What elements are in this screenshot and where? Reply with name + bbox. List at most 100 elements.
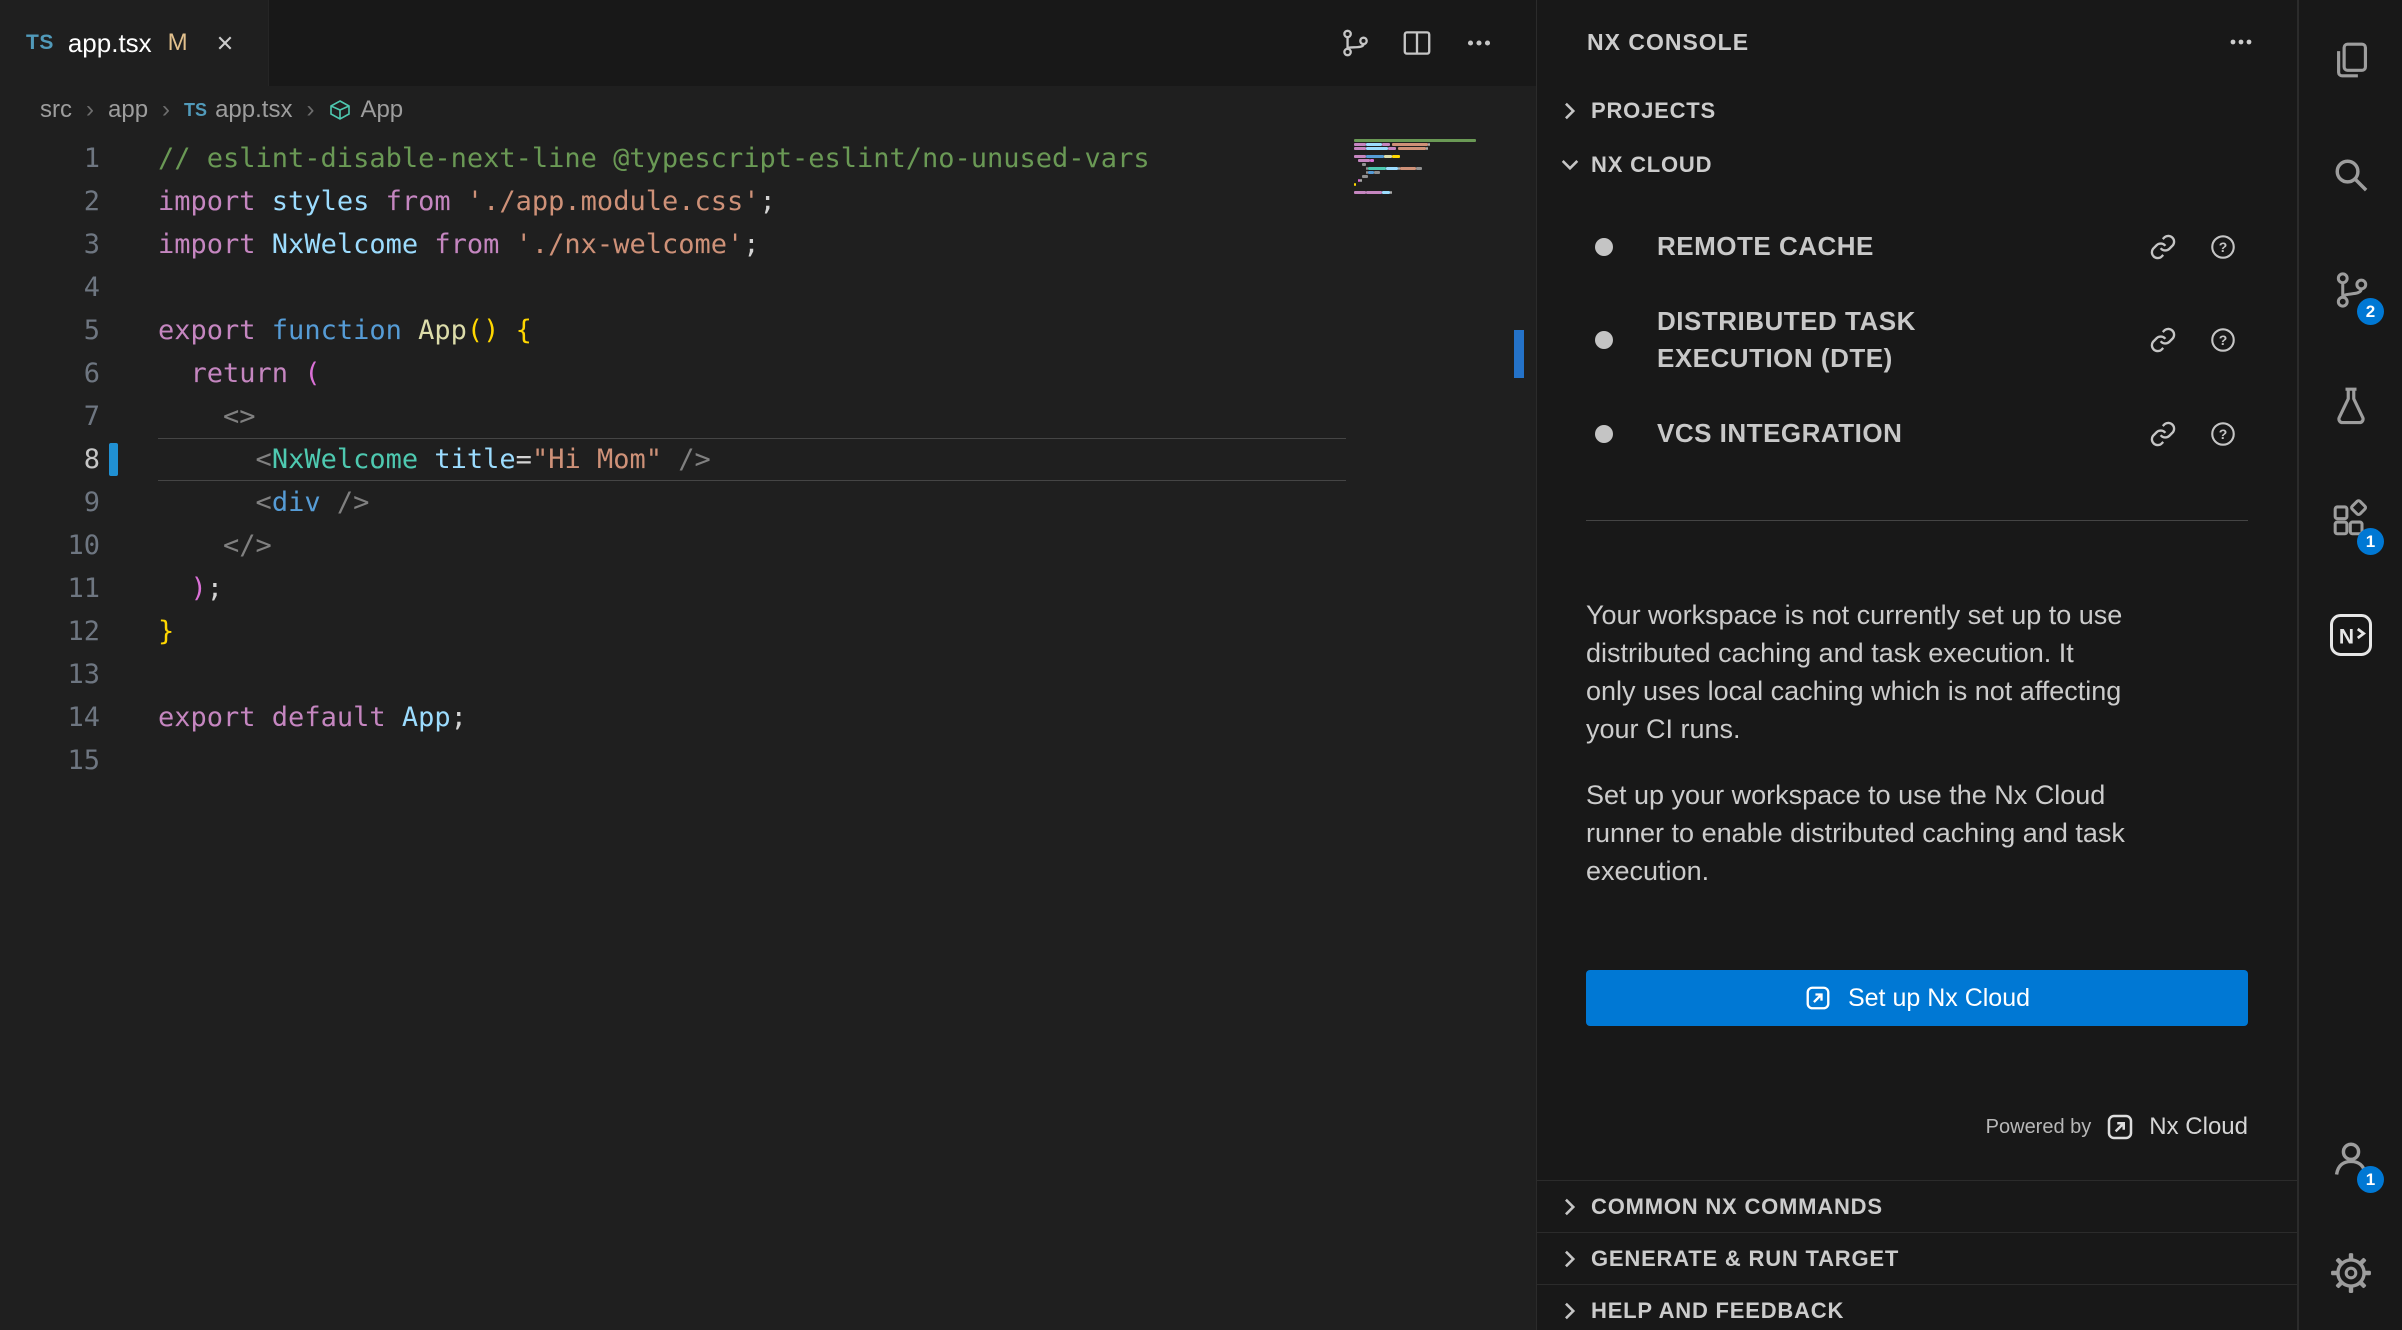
more-actions-icon[interactable] (1462, 26, 1496, 60)
gutter-decorations (100, 653, 158, 696)
gutter-decorations (100, 137, 158, 180)
line-number[interactable]: 2 (0, 180, 100, 223)
code-line[interactable]: 15 (0, 739, 1346, 782)
close-icon[interactable] (208, 26, 242, 60)
section-help-and-feedback[interactable]: HELP AND FEEDBACK (1537, 1284, 2297, 1330)
nx-console-icon[interactable]: N (2299, 577, 2402, 692)
line-number[interactable]: 1 (0, 137, 100, 180)
code-line[interactable]: 7 <> (0, 395, 1346, 438)
code-line[interactable]: 1 // eslint-disable-next-line @typescript… (0, 137, 1346, 180)
nx-console-panel: NX CONSOLE PROJECTS NX CLOUD (1536, 0, 2298, 1330)
code-lines: 1 // eslint-disable-next-line @typescript… (0, 134, 1536, 782)
setup-button-label: Set up Nx Cloud (1848, 984, 2030, 1013)
breadcrumb-src[interactable]: src (40, 96, 72, 124)
line-number[interactable]: 10 (0, 524, 100, 567)
breadcrumb-file[interactable]: app.tsx (215, 96, 292, 124)
help-question-icon[interactable]: ? (2209, 233, 2237, 261)
code-line[interactable]: 2 import styles from './app.module.css'; (0, 180, 1346, 223)
section-projects[interactable]: PROJECTS (1537, 84, 2297, 138)
code-token: ( (288, 358, 321, 389)
minimap-line (1354, 171, 1506, 174)
code-line[interactable]: 14 export default App; (0, 696, 1346, 739)
code-line[interactable]: 4 (0, 266, 1346, 309)
line-number[interactable]: 3 (0, 223, 100, 266)
status-dot-icon (1595, 331, 1613, 349)
more-actions-icon[interactable] (2225, 26, 2257, 58)
search-icon[interactable] (2299, 117, 2402, 232)
line-number[interactable]: 4 (0, 266, 100, 309)
code-token: App (402, 315, 467, 346)
line-number[interactable]: 7 (0, 395, 100, 438)
breadcrumb-symbol-app[interactable]: App (360, 96, 403, 124)
section-nx-cloud[interactable]: NX CLOUD (1537, 138, 2297, 192)
minimap-line (1354, 155, 1506, 158)
svg-text:?: ? (2219, 332, 2228, 348)
setup-nx-cloud-button[interactable]: Set up Nx Cloud (1586, 970, 2248, 1026)
chevron-right-icon (1557, 1298, 1583, 1324)
extensions-icon[interactable]: 1 (2299, 462, 2402, 577)
section-common-nx-commands[interactable]: COMMON NX COMMANDS (1537, 1180, 2297, 1232)
git-modified-badge: M (168, 29, 188, 57)
tree-item-distributed-task-execution[interactable]: DISTRIBUTED TASK EXECUTION (DTE) ? (1537, 291, 2297, 389)
line-number[interactable]: 12 (0, 610, 100, 653)
minimap[interactable] (1354, 139, 1506, 199)
code-token: ; (451, 702, 467, 733)
line-number[interactable]: 8 (0, 438, 100, 481)
connect-link-icon[interactable] (2149, 420, 2177, 448)
code-token: = (516, 444, 532, 475)
split-editor-icon[interactable] (1400, 26, 1434, 60)
code-line[interactable]: 11 ); (0, 567, 1346, 610)
minimap-line (1354, 139, 1506, 142)
status-dot-icon (1595, 238, 1613, 256)
typescript-file-icon: TS (184, 100, 207, 121)
code-line-text: import NxWelcome from './nx-welcome'; (158, 223, 1346, 266)
explorer-icon[interactable] (2299, 2, 2402, 117)
beaker-icon[interactable] (2299, 347, 2402, 462)
chevron-right-icon (1557, 98, 1583, 124)
powered-by-brand: Nx Cloud (2149, 1113, 2248, 1141)
code-line[interactable]: 12} (0, 610, 1346, 653)
code-token: './nx-welcome' (516, 229, 744, 260)
code-line[interactable]: 3 import NxWelcome from './nx-welcome'; (0, 223, 1346, 266)
code-line[interactable]: 9 <div /> (0, 481, 1346, 524)
tree-item-label: VCS INTEGRATION (1657, 415, 1902, 452)
code-line[interactable]: 8 <NxWelcome title="Hi Mom" /> (0, 438, 1346, 481)
code-token: // eslint-disable-next-line @typescript-… (158, 143, 1150, 174)
settings-gear-icon[interactable] (2299, 1215, 2402, 1330)
code-line[interactable]: 10 </> (0, 524, 1346, 567)
line-number[interactable]: 14 (0, 696, 100, 739)
code-line[interactable]: 6 return ( (0, 352, 1346, 395)
code-line[interactable]: 5export function App() { (0, 309, 1346, 352)
line-number[interactable]: 9 (0, 481, 100, 524)
breadcrumb-separator: › (162, 96, 170, 124)
line-number[interactable]: 5 (0, 309, 100, 352)
code-token: } (158, 616, 174, 647)
line-number[interactable]: 11 (0, 567, 100, 610)
connect-link-icon[interactable] (2149, 326, 2177, 354)
minimap-line (1354, 191, 1506, 194)
gutter-decorations (100, 481, 158, 524)
line-number[interactable]: 6 (0, 352, 100, 395)
minimap-line (1354, 147, 1506, 150)
section-generate-run-target[interactable]: GENERATE & RUN TARGET (1537, 1232, 2297, 1284)
typescript-file-icon: TS (26, 31, 54, 55)
line-number[interactable]: 15 (0, 739, 100, 782)
code-line-text: export default App; (158, 696, 1346, 739)
code-line-text: import styles from './app.module.css'; (158, 180, 1346, 223)
minimap-line (1354, 175, 1506, 178)
editor-region: TS app.tsx M (0, 0, 1536, 1330)
source-control-graph-icon[interactable] (1338, 26, 1372, 60)
breadcrumb-app-folder[interactable]: app (108, 96, 148, 124)
source-control-icon[interactable]: 2 (2299, 232, 2402, 347)
connect-link-icon[interactable] (2149, 233, 2177, 261)
help-question-icon[interactable]: ? (2209, 326, 2237, 354)
tab-app-tsx[interactable]: TS app.tsx M (0, 0, 269, 86)
account-icon[interactable]: 1 (2299, 1100, 2402, 1215)
help-question-icon[interactable]: ? (2209, 420, 2237, 448)
git-modified-gutter-indicator (109, 443, 118, 476)
line-number[interactable]: 13 (0, 653, 100, 696)
vscode-window: TS app.tsx M (0, 0, 2402, 1330)
code-line[interactable]: 13 (0, 653, 1346, 696)
tree-item-vcs-integration[interactable]: VCS INTEGRATION ? (1537, 403, 2297, 464)
tree-item-remote-cache[interactable]: REMOTE CACHE ? (1537, 216, 2297, 277)
